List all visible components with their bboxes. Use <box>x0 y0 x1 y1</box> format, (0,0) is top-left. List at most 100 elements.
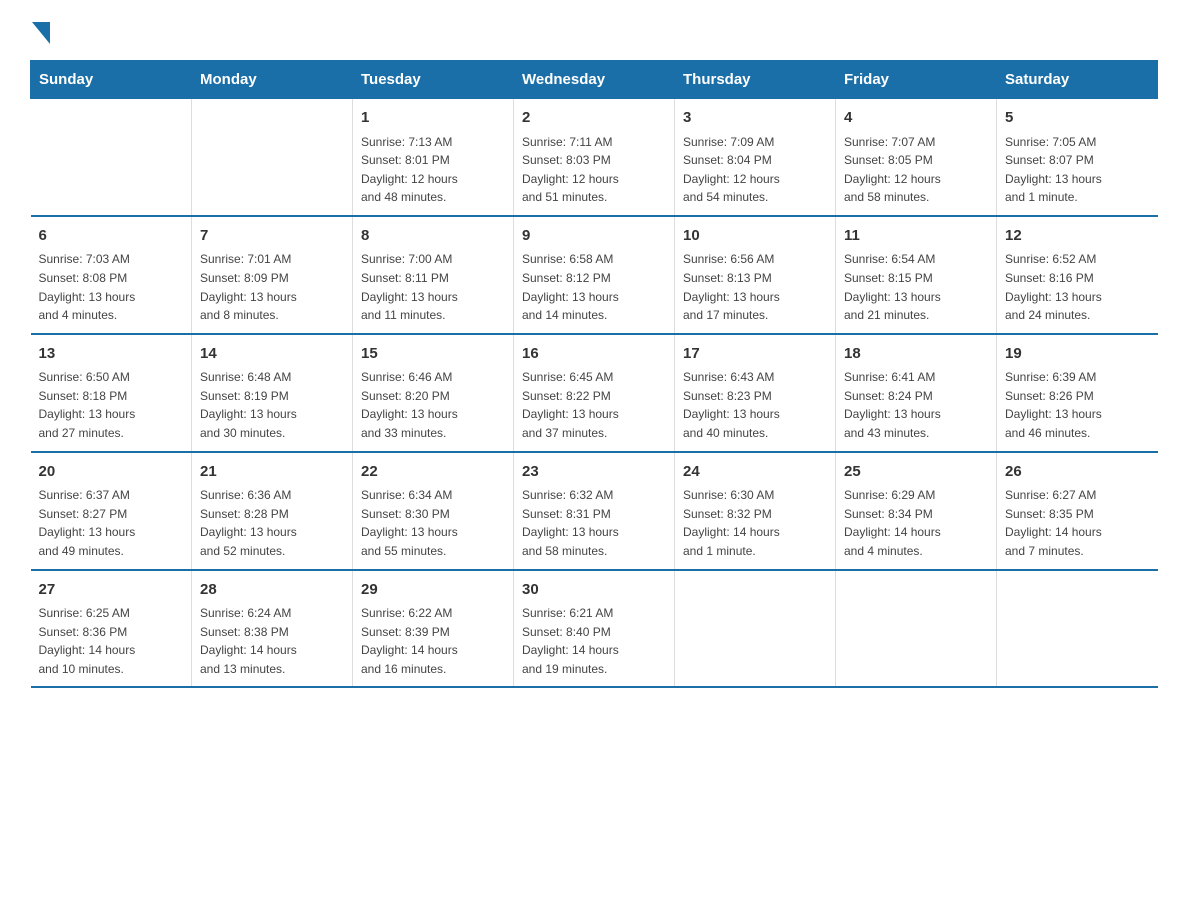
calendar-body: 1 Sunrise: 7:13 AMSunset: 8:01 PMDaylight… <box>31 99 1158 688</box>
calendar-cell: 4 Sunrise: 7:07 AMSunset: 8:05 PMDaylight… <box>836 99 997 216</box>
day-number: 5 <box>1005 107 1150 130</box>
calendar-cell: 22Sunrise: 6:34 AMSunset: 8:30 PMDayligh… <box>353 452 514 570</box>
day-number: 30 <box>522 579 666 602</box>
day-info: Sunrise: 6:37 AMSunset: 8:27 PMDaylight:… <box>39 486 184 560</box>
calendar-cell: 18Sunrise: 6:41 AMSunset: 8:24 PMDayligh… <box>836 334 997 452</box>
calendar-cell: 30Sunrise: 6:21 AMSunset: 8:40 PMDayligh… <box>514 570 675 688</box>
calendar-cell <box>192 99 353 216</box>
day-info: Sunrise: 7:11 AMSunset: 8:03 PMDaylight:… <box>522 133 666 207</box>
day-info: Sunrise: 7:07 AMSunset: 8:05 PMDaylight:… <box>844 133 988 207</box>
day-number: 20 <box>39 461 184 484</box>
day-info: Sunrise: 6:22 AMSunset: 8:39 PMDaylight:… <box>361 604 505 678</box>
day-number: 25 <box>844 461 988 484</box>
day-number: 28 <box>200 579 344 602</box>
week-row-4: 27Sunrise: 6:25 AMSunset: 8:36 PMDayligh… <box>31 570 1158 688</box>
day-info: Sunrise: 6:24 AMSunset: 8:38 PMDaylight:… <box>200 604 344 678</box>
day-number: 6 <box>39 225 184 248</box>
calendar-cell: 1 Sunrise: 7:13 AMSunset: 8:01 PMDaylight… <box>353 99 514 216</box>
day-info: Sunrise: 6:52 AMSunset: 8:16 PMDaylight:… <box>1005 250 1150 324</box>
calendar-cell: 12Sunrise: 6:52 AMSunset: 8:16 PMDayligh… <box>997 216 1158 334</box>
calendar-cell: 19Sunrise: 6:39 AMSunset: 8:26 PMDayligh… <box>997 334 1158 452</box>
day-number: 21 <box>200 461 344 484</box>
day-number: 15 <box>361 343 505 366</box>
calendar-cell: 9Sunrise: 6:58 AMSunset: 8:12 PMDaylight… <box>514 216 675 334</box>
day-number: 24 <box>683 461 827 484</box>
calendar-cell: 15Sunrise: 6:46 AMSunset: 8:20 PMDayligh… <box>353 334 514 452</box>
calendar-table: SundayMondayTuesdayWednesdayThursdayFrid… <box>30 60 1158 688</box>
day-info: Sunrise: 6:36 AMSunset: 8:28 PMDaylight:… <box>200 486 344 560</box>
day-info: Sunrise: 6:27 AMSunset: 8:35 PMDaylight:… <box>1005 486 1150 560</box>
header-cell-wednesday: Wednesday <box>514 61 675 99</box>
day-info: Sunrise: 7:05 AMSunset: 8:07 PMDaylight:… <box>1005 133 1150 207</box>
day-info: Sunrise: 6:56 AMSunset: 8:13 PMDaylight:… <box>683 250 827 324</box>
day-number: 18 <box>844 343 988 366</box>
calendar-cell: 20Sunrise: 6:37 AMSunset: 8:27 PMDayligh… <box>31 452 192 570</box>
day-number: 10 <box>683 225 827 248</box>
day-info: Sunrise: 6:48 AMSunset: 8:19 PMDaylight:… <box>200 368 344 442</box>
day-info: Sunrise: 7:13 AMSunset: 8:01 PMDaylight:… <box>361 133 505 207</box>
week-row-1: 6Sunrise: 7:03 AMSunset: 8:08 PMDaylight… <box>31 216 1158 334</box>
logo <box>30 20 50 40</box>
calendar-cell: 2 Sunrise: 7:11 AMSunset: 8:03 PMDaylight… <box>514 99 675 216</box>
calendar-cell <box>997 570 1158 688</box>
calendar-cell: 24Sunrise: 6:30 AMSunset: 8:32 PMDayligh… <box>675 452 836 570</box>
calendar-cell: 7Sunrise: 7:01 AMSunset: 8:09 PMDaylight… <box>192 216 353 334</box>
day-info: Sunrise: 6:21 AMSunset: 8:40 PMDaylight:… <box>522 604 666 678</box>
header-cell-friday: Friday <box>836 61 997 99</box>
calendar-cell <box>31 99 192 216</box>
calendar-cell: 14Sunrise: 6:48 AMSunset: 8:19 PMDayligh… <box>192 334 353 452</box>
day-info: Sunrise: 6:32 AMSunset: 8:31 PMDaylight:… <box>522 486 666 560</box>
day-info: Sunrise: 6:50 AMSunset: 8:18 PMDaylight:… <box>39 368 184 442</box>
calendar-cell: 6Sunrise: 7:03 AMSunset: 8:08 PMDaylight… <box>31 216 192 334</box>
calendar-cell <box>836 570 997 688</box>
calendar-cell: 16Sunrise: 6:45 AMSunset: 8:22 PMDayligh… <box>514 334 675 452</box>
header-cell-monday: Monday <box>192 61 353 99</box>
calendar-cell: 28Sunrise: 6:24 AMSunset: 8:38 PMDayligh… <box>192 570 353 688</box>
day-info: Sunrise: 7:01 AMSunset: 8:09 PMDaylight:… <box>200 250 344 324</box>
day-info: Sunrise: 6:25 AMSunset: 8:36 PMDaylight:… <box>39 604 184 678</box>
day-number: 12 <box>1005 225 1150 248</box>
day-number: 26 <box>1005 461 1150 484</box>
header-row: SundayMondayTuesdayWednesdayThursdayFrid… <box>31 61 1158 99</box>
day-number: 4 <box>844 107 988 130</box>
day-number: 9 <box>522 225 666 248</box>
calendar-header: SundayMondayTuesdayWednesdayThursdayFrid… <box>31 61 1158 99</box>
day-info: Sunrise: 6:41 AMSunset: 8:24 PMDaylight:… <box>844 368 988 442</box>
day-number: 22 <box>361 461 505 484</box>
calendar-cell: 11Sunrise: 6:54 AMSunset: 8:15 PMDayligh… <box>836 216 997 334</box>
day-info: Sunrise: 6:45 AMSunset: 8:22 PMDaylight:… <box>522 368 666 442</box>
day-info: Sunrise: 6:54 AMSunset: 8:15 PMDaylight:… <box>844 250 988 324</box>
calendar-cell: 10Sunrise: 6:56 AMSunset: 8:13 PMDayligh… <box>675 216 836 334</box>
day-info: Sunrise: 6:30 AMSunset: 8:32 PMDaylight:… <box>683 486 827 560</box>
day-number: 7 <box>200 225 344 248</box>
calendar-cell: 17Sunrise: 6:43 AMSunset: 8:23 PMDayligh… <box>675 334 836 452</box>
day-number: 17 <box>683 343 827 366</box>
day-info: Sunrise: 7:00 AMSunset: 8:11 PMDaylight:… <box>361 250 505 324</box>
day-number: 29 <box>361 579 505 602</box>
day-info: Sunrise: 7:03 AMSunset: 8:08 PMDaylight:… <box>39 250 184 324</box>
calendar-cell: 13Sunrise: 6:50 AMSunset: 8:18 PMDayligh… <box>31 334 192 452</box>
day-info: Sunrise: 6:29 AMSunset: 8:34 PMDaylight:… <box>844 486 988 560</box>
calendar-cell: 3Sunrise: 7:09 AMSunset: 8:04 PMDaylight… <box>675 99 836 216</box>
day-number: 11 <box>844 225 988 248</box>
calendar-cell: 25Sunrise: 6:29 AMSunset: 8:34 PMDayligh… <box>836 452 997 570</box>
day-info: Sunrise: 6:43 AMSunset: 8:23 PMDaylight:… <box>683 368 827 442</box>
week-row-0: 1 Sunrise: 7:13 AMSunset: 8:01 PMDaylight… <box>31 99 1158 216</box>
day-number: 14 <box>200 343 344 366</box>
week-row-3: 20Sunrise: 6:37 AMSunset: 8:27 PMDayligh… <box>31 452 1158 570</box>
day-number: 2 <box>522 107 666 130</box>
day-number: 19 <box>1005 343 1150 366</box>
day-info: Sunrise: 7:09 AMSunset: 8:04 PMDaylight:… <box>683 133 827 207</box>
header-cell-sunday: Sunday <box>31 61 192 99</box>
calendar-cell: 26Sunrise: 6:27 AMSunset: 8:35 PMDayligh… <box>997 452 1158 570</box>
header-cell-saturday: Saturday <box>997 61 1158 99</box>
day-info: Sunrise: 6:46 AMSunset: 8:20 PMDaylight:… <box>361 368 505 442</box>
day-number: 16 <box>522 343 666 366</box>
header-cell-tuesday: Tuesday <box>353 61 514 99</box>
logo-arrow-icon <box>32 22 50 44</box>
day-number: 8 <box>361 225 505 248</box>
calendar-cell: 5 Sunrise: 7:05 AMSunset: 8:07 PMDaylight… <box>997 99 1158 216</box>
page-header <box>30 20 1158 40</box>
day-info: Sunrise: 6:39 AMSunset: 8:26 PMDaylight:… <box>1005 368 1150 442</box>
day-number: 1 <box>361 107 505 130</box>
